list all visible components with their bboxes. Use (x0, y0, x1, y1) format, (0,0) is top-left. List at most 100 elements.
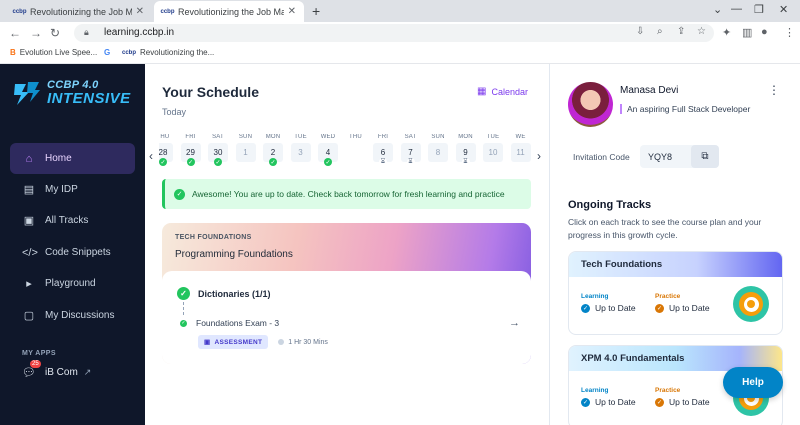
back-icon[interactable]: ← (9, 26, 21, 40)
day-cell[interactable]: WED 4 ✓ (318, 134, 338, 166)
browser-tab-bar: ccbp Revolutionizing the Job Market | ✕ … (0, 0, 800, 22)
logo-line2: INTENSIVE (47, 90, 131, 107)
day-strip: THU28✓FRI29✓SAT30✓SUN1MON2✓TUE3WED4✓THU5… (159, 134, 535, 170)
close-tab-icon[interactable]: ✕ (288, 6, 296, 17)
prev-days-button[interactable]: ‹ (149, 149, 153, 163)
day-cell[interactable]: TUE 10 (483, 134, 503, 162)
day-cell[interactable]: WE 11 (510, 134, 531, 162)
day-number-text: 29 (186, 148, 195, 157)
day-cell[interactable]: SAT 7 ⏳︎ (400, 134, 421, 166)
duration: 1 Hr 30 Mins (278, 339, 328, 346)
browser-menu-icon[interactable]: ⋮ (784, 26, 795, 39)
browser-tab-active[interactable]: ccbp Revolutionizing the Job Market | ✕ (154, 1, 304, 22)
url-text: learning.ccbp.in (104, 27, 175, 38)
pending-hourglass-icon: ⏳︎ (406, 158, 415, 166)
day-cell[interactable]: TUE 3 (290, 134, 311, 162)
lock-icon[interactable]: 🔒︎ (84, 27, 89, 38)
practice-value: Up to Date (669, 303, 710, 313)
browser-tab[interactable]: ccbp Revolutionizing the Job Market | ✕ (6, 1, 152, 22)
star-icon[interactable]: ☆ (697, 26, 706, 37)
ongoing-tracks-title: Ongoing Tracks (568, 199, 652, 211)
day-name: SAT (212, 134, 224, 140)
practice-status: Practice ✓ Up to Date (655, 387, 710, 407)
section-header[interactable]: ✓ Dictionaries (1/1) (177, 287, 271, 300)
help-button[interactable]: Help (723, 367, 783, 398)
done-check-icon: ✓ (186, 158, 195, 166)
day-number-text: 1 (243, 148, 248, 157)
share-icon[interactable]: ⇪ (677, 26, 685, 37)
day-number-text: 9 (463, 148, 468, 157)
ccbp-logo[interactable]: CCBP 4.0 INTENSIVE (12, 78, 131, 108)
app-ib-com[interactable]: 💬︎ 25 iB Com ↗ (22, 360, 92, 379)
day-cell[interactable]: THU5✓ (346, 134, 366, 162)
day-cell[interactable]: FRI 29 ✓ (180, 134, 201, 166)
profile-icon[interactable]: ● (761, 26, 768, 38)
tab-title: Revolutionizing the Job Market | (30, 6, 132, 17)
url-bar[interactable]: 🔒︎ learning.ccbp.in ⇩ ⌕ ⇪ ☆ (74, 24, 714, 42)
bookmark-google[interactable]: G (104, 48, 110, 57)
day-name: SUN (238, 134, 253, 140)
sidebar: CCBP 4.0 INTENSIVE ⌂ Home ▤ My IDP ▣ All… (0, 64, 145, 425)
learning-value: Up to Date (595, 303, 636, 313)
side-panel-icon[interactable]: ▥ (742, 26, 752, 39)
zoom-icon[interactable]: ⌕ (657, 26, 663, 37)
bookmark-label: Evolution Live Spee... (19, 48, 98, 57)
assessment-badge: ▣ ASSESSMENT (198, 335, 269, 349)
day-number-text: 8 (435, 148, 441, 157)
close-tab-icon[interactable]: ✕ (136, 6, 144, 17)
next-days-button[interactable]: › (537, 149, 541, 163)
code-icon: </> (22, 246, 38, 259)
day-name: THU (159, 134, 170, 140)
sidebar-item-my-idp[interactable]: ▤ My IDP (10, 174, 135, 205)
new-tab-icon[interactable]: + (312, 3, 320, 19)
bookmark-item[interactable]: B Evolution Live Spee... (10, 48, 97, 57)
sidebar-item-label: My Discussions (45, 310, 115, 321)
ongoing-tracks-desc: Click on each track to see the course pl… (568, 217, 762, 241)
copy-code-button[interactable]: ⧉ (691, 145, 719, 168)
install-icon[interactable]: ⇩ (636, 26, 644, 37)
calendar-button[interactable]: ▦ Calendar (477, 86, 528, 97)
day-number: 4 ✓ (318, 143, 338, 166)
more-options-icon[interactable]: ⋮ (768, 83, 780, 97)
avatar[interactable] (568, 82, 613, 127)
reload-icon[interactable]: ↻ (50, 26, 60, 40)
day-number: 29 ✓ (180, 143, 201, 166)
done-check-icon: ✓ (324, 158, 332, 166)
external-link-icon: ↗ (83, 367, 92, 377)
day-cell[interactable]: FRI 6 ⏳︎ (373, 134, 393, 166)
schedule-item[interactable]: ✓ Foundations Exam - 3 → (180, 317, 520, 329)
calendar-icon: ▦ (477, 86, 487, 97)
day-number-text: 2 (270, 148, 276, 157)
extensions-icon[interactable]: ✦ (722, 26, 731, 39)
ccbp-favicon-icon: ccbp (12, 8, 27, 15)
day-cell[interactable]: SUN 8 (428, 134, 448, 162)
day-cell[interactable]: THU 28✓ (159, 134, 173, 166)
track-title: Programming Foundations (175, 249, 293, 260)
day-cell[interactable]: MON 2 ✓ (263, 134, 283, 166)
sidebar-item-home[interactable]: ⌂ Home (10, 143, 135, 174)
minimize-icon[interactable]: — (731, 3, 742, 15)
check-circle-icon: ✓ (655, 397, 664, 407)
sidebar-item-my-discussions[interactable]: ▢ My Discussions (10, 300, 135, 331)
sidebar-item-all-tracks[interactable]: ▣ All Tracks (10, 205, 135, 236)
chevron-down-icon[interactable]: ⌄ (713, 3, 722, 16)
forward-icon[interactable]: → (30, 26, 42, 40)
learning-value: Up to Date (595, 397, 636, 407)
day-name: THU (349, 134, 362, 140)
restore-icon[interactable]: ❐ (754, 3, 764, 16)
day-cell[interactable]: MON 9 ⏳︎ (455, 134, 476, 166)
ongoing-track-card[interactable]: Tech Foundations Learning ✓ Up to Date Pr… (568, 251, 783, 335)
arrow-right-icon[interactable]: → (509, 317, 520, 329)
sidebar-item-code-snippets[interactable]: </> Code Snippets (10, 237, 135, 268)
page-title: Your Schedule (162, 84, 259, 100)
day-cell[interactable]: SUN 1 (235, 134, 256, 162)
track-card[interactable]: TECH FOUNDATIONS Programming Foundations… (162, 223, 531, 364)
day-name: FRI (185, 134, 196, 140)
day-cell[interactable]: SAT 30 ✓ (208, 134, 228, 166)
chat-bubble-icon: 💬︎ 25 (22, 360, 41, 379)
close-window-icon[interactable]: ✕ (779, 3, 788, 16)
tab-title: Revolutionizing the Job Market | (178, 6, 284, 17)
bookmark-item[interactable]: ccbp Revolutionizing the... (122, 48, 214, 57)
sidebar-item-playground[interactable]: ▸ Playground (10, 268, 135, 299)
duration-text: 1 Hr 30 Mins (288, 338, 328, 346)
